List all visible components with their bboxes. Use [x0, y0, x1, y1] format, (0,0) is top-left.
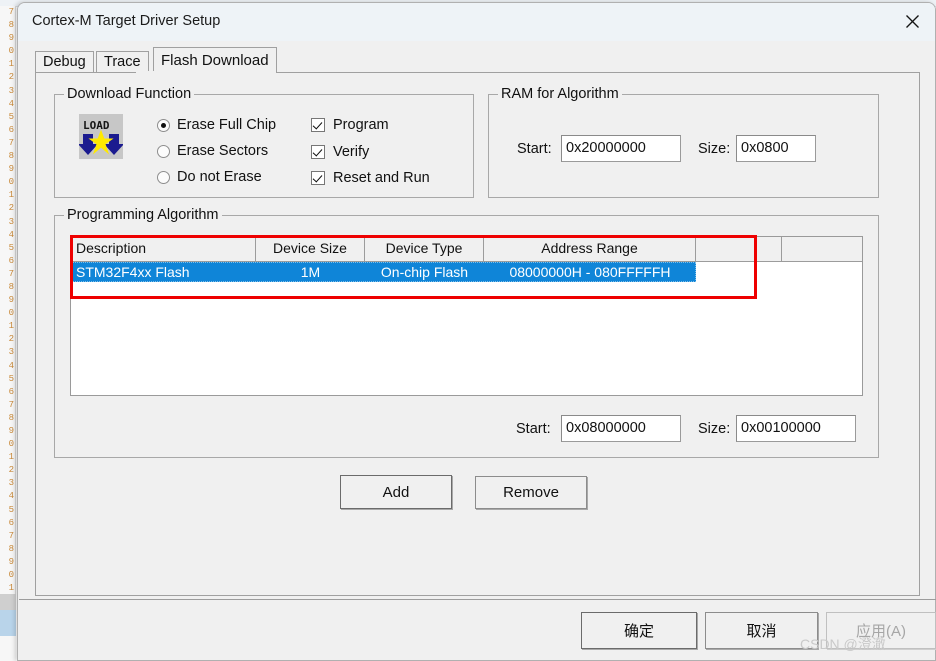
dialog-title: Cortex-M Target Driver Setup [32, 13, 221, 29]
table-row[interactable]: STM32F4xx Flash 1M On-chip Flash 0800000… [71, 262, 696, 282]
download-function-group-title: Download Function [64, 86, 195, 102]
ram-size-input[interactable]: 0x0800 [736, 135, 816, 162]
ram-size-label: Size: [698, 141, 731, 157]
column-header-device-size[interactable]: Device Size [256, 237, 365, 261]
ram-for-algorithm-group-title: RAM for Algorithm [498, 86, 622, 102]
checkbox-program[interactable]: Program [311, 117, 389, 133]
column-header-filler [782, 237, 862, 261]
background-scrollbar-thumb[interactable] [0, 610, 16, 636]
column-header-address-range[interactable]: Address Range [484, 237, 696, 261]
radio-do-not-erase[interactable]: Do not Erase [157, 169, 262, 185]
algorithm-size-input[interactable]: 0x00100000 [736, 415, 856, 442]
background-line-number-gutter: 7 8 9 0 1 2 3 4 5 6 7 8 9 0 1 2 3 4 5 6 … [0, 6, 16, 594]
tab-flash-download[interactable]: Flash Download [153, 47, 277, 73]
tabstrip: Debug Trace Flash Download [35, 47, 920, 73]
algorithm-start-label: Start: [516, 421, 551, 437]
active-tab-notch [136, 71, 276, 74]
background-scrollbar-track[interactable] [0, 594, 16, 610]
cell-device-type: On-chip Flash [380, 264, 469, 280]
column-header-device-type[interactable]: Device Type [365, 237, 484, 261]
tab-debug[interactable]: Debug [35, 51, 94, 72]
algorithm-size-label: Size: [698, 421, 731, 437]
apply-button: 应用(A) [826, 612, 936, 649]
radio-erase-sectors[interactable]: Erase Sectors [157, 143, 268, 159]
ram-start-input[interactable]: 0x20000000 [561, 135, 681, 162]
close-icon[interactable] [889, 3, 935, 40]
background-gutter-bottom [0, 636, 16, 661]
algorithm-start-input[interactable]: 0x08000000 [561, 415, 681, 442]
radio-indicator [157, 118, 170, 132]
svg-text:LOAD: LOAD [83, 119, 110, 132]
checkbox-indicator [311, 118, 325, 132]
programming-algorithm-group-title: Programming Algorithm [64, 207, 222, 223]
dialog-titlebar: Cortex-M Target Driver Setup [18, 3, 935, 41]
cell-device-size: 1M [300, 264, 321, 280]
cell-description: STM32F4xx Flash [76, 264, 190, 280]
checkbox-verify-label: Verify [333, 144, 370, 160]
cancel-button[interactable]: 取消 [705, 612, 818, 649]
target-driver-setup-dialog: Cortex-M Target Driver Setup Debug Trace… [17, 2, 936, 661]
ok-button[interactable]: 确定 [581, 612, 697, 649]
checkbox-program-label: Program [333, 117, 389, 133]
radio-erase-sectors-label: Erase Sectors [177, 143, 269, 159]
remove-button[interactable]: Remove [475, 476, 587, 509]
radio-indicator [157, 170, 170, 184]
load-icon: LOAD [78, 114, 124, 159]
programming-algorithm-list[interactable]: Description Device Size Device Type Addr… [70, 236, 863, 396]
column-header-description[interactable]: Description [71, 237, 256, 261]
radio-indicator [157, 144, 170, 158]
checkbox-reset-and-run-label: Reset and Run [333, 170, 430, 186]
checkbox-verify[interactable]: Verify [311, 144, 369, 160]
footer-separator [19, 599, 936, 600]
column-header-spacer[interactable] [696, 237, 782, 261]
checkbox-reset-and-run[interactable]: Reset and Run [311, 170, 430, 186]
radio-erase-full-chip-label: Erase Full Chip [177, 117, 277, 133]
tab-trace[interactable]: Trace [96, 51, 149, 72]
checkbox-indicator [311, 171, 325, 185]
ram-start-label: Start: [517, 141, 552, 157]
radio-do-not-erase-label: Do not Erase [177, 169, 262, 185]
radio-erase-full-chip[interactable]: Erase Full Chip [157, 117, 276, 133]
list-header-row: Description Device Size Device Type Addr… [71, 237, 862, 262]
cell-address-range: 08000000H - 080FFFFFH [509, 264, 671, 280]
checkbox-indicator [311, 145, 325, 159]
add-button[interactable]: Add [340, 475, 452, 509]
